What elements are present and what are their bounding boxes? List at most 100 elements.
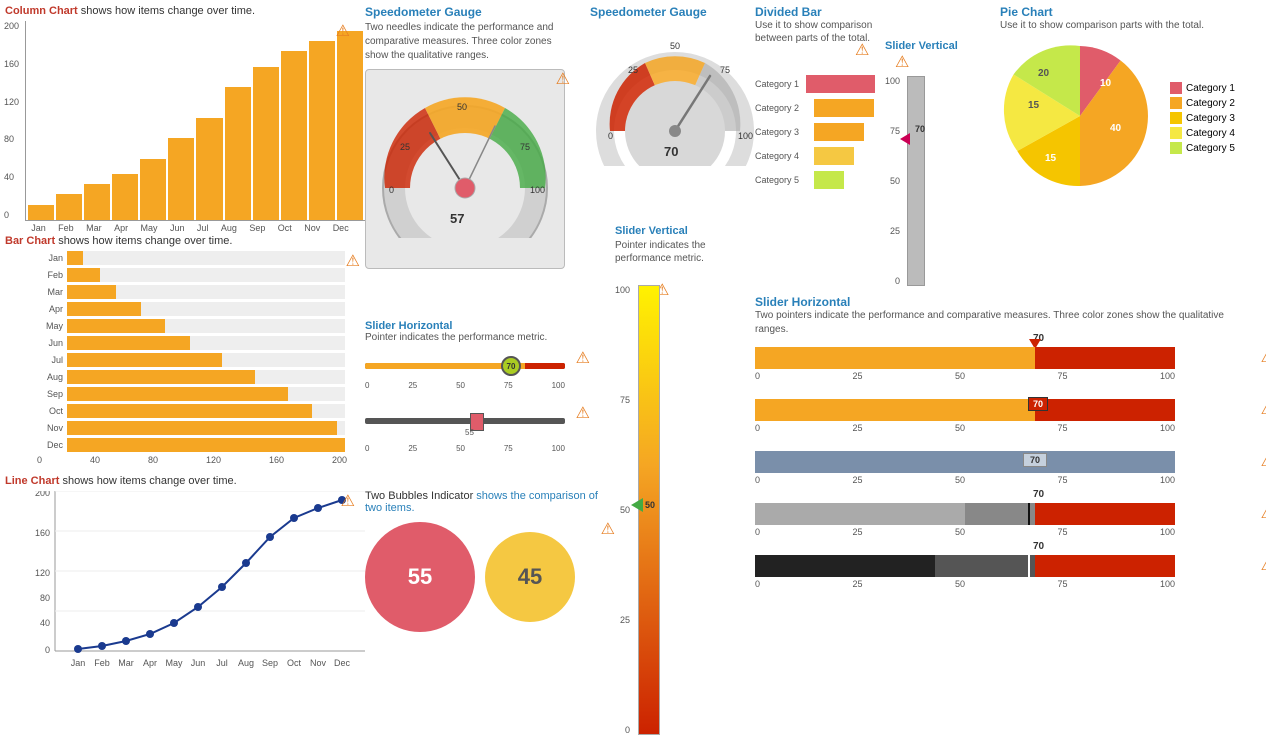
- slider-vertical-center-title: Slider Vertical: [615, 225, 715, 237]
- svg-text:50: 50: [670, 41, 680, 51]
- bubbles-section: Two Bubbles Indicator shows the comparis…: [365, 490, 615, 632]
- line-chart-section: Line Chart shows how items change over t…: [5, 475, 365, 679]
- svg-text:75: 75: [520, 142, 530, 152]
- slider-h-right-row-1: 70 0255075100 ⚠: [755, 347, 1260, 381]
- pie-legend-2: Category 2: [1170, 97, 1235, 109]
- hbar-row: Apr: [35, 302, 345, 316]
- col-bar-item: [253, 67, 279, 220]
- svg-text:25: 25: [400, 142, 410, 152]
- slider-h-right-warn-4: ⚠: [1261, 503, 1266, 523]
- hbar-fill: [67, 285, 116, 299]
- svg-text:0: 0: [608, 131, 613, 141]
- svg-text:Oct: Oct: [287, 658, 302, 668]
- pie-legend-1: Category 1: [1170, 82, 1235, 94]
- slider-vertical-right-title: Slider Vertical: [885, 40, 970, 52]
- col-chart-warn-icon: ⚠: [336, 21, 350, 41]
- pie-legend-4: Category 4: [1170, 127, 1235, 139]
- divided-bar-row-5: Category 5: [755, 171, 875, 189]
- pie-chart-desc: Use it to show comparison parts with the…: [1000, 19, 1265, 32]
- hbar-fill: [67, 336, 190, 350]
- svg-text:200: 200: [35, 491, 50, 498]
- hbar-label: Jan: [35, 253, 63, 263]
- pie-legend-color-1: [1170, 82, 1182, 94]
- slider-h-right-row-2: 70 0255075100 ⚠: [755, 399, 1260, 433]
- page: Column Chart shows how items change over…: [0, 0, 1266, 729]
- svg-text:80: 80: [40, 593, 50, 603]
- svg-text:Aug: Aug: [238, 658, 254, 668]
- hbar-fill: [67, 353, 222, 367]
- col-x-labels: JanFebMarAprMayJunJulAugSepOctNovDec: [25, 223, 355, 233]
- divided-bar-chart: Category 1 Category 2 Category 3 Categor…: [755, 75, 875, 189]
- col-title-text: Column Chart: [5, 5, 81, 17]
- slider-h-right-row-3: 70 0255075100 ⚠: [755, 451, 1260, 485]
- speedometer-gauge1-title: Speedometer Gauge: [365, 5, 575, 19]
- divided-bar-row-3: Category 3: [755, 123, 875, 141]
- slider-vertical-right-section: Slider Vertical ⚠ 1007550250 70: [885, 40, 970, 286]
- hbar-track: [67, 319, 345, 333]
- hbar-label: Aug: [35, 372, 63, 382]
- svg-text:70: 70: [664, 144, 678, 159]
- bubble2-value: 45: [518, 564, 542, 590]
- column-chart-title: Column Chart shows how items change over…: [5, 5, 355, 17]
- slider-h-left-1: 70 0 25 50 75 100: [365, 353, 595, 390]
- svg-text:Jun: Jun: [191, 658, 206, 668]
- hbar-track: [67, 370, 345, 384]
- bubble-1: 55: [365, 522, 475, 632]
- col-bar-item: [140, 159, 166, 220]
- hbar-fill: [67, 370, 255, 384]
- speedometer-gauge1-warn-icon: ⚠: [556, 69, 570, 89]
- slider-h-right-row-5: 70 0255075100 ⚠: [755, 555, 1260, 589]
- bubble1-value: 55: [408, 564, 432, 590]
- hbar-track: [67, 302, 345, 316]
- col-bar-item: [84, 184, 110, 220]
- slider-h-right-warn-3: ⚠: [1261, 451, 1266, 471]
- hbar-fill: [67, 387, 288, 401]
- slider-vertical-right-warn: ⚠: [895, 54, 909, 71]
- hbar-track: [67, 251, 345, 265]
- pie-chart-container: 10 40 15 15 20 Category 1 Category 2 Cat…: [1000, 36, 1265, 196]
- pie-chart-title: Pie Chart: [1000, 5, 1265, 19]
- slider-h-right-title: Slider Horizontal: [755, 295, 1260, 309]
- svg-text:75: 75: [720, 65, 730, 75]
- svg-text:Jul: Jul: [216, 658, 228, 668]
- svg-text:120: 120: [35, 568, 50, 578]
- hbar-label: May: [35, 321, 63, 331]
- svg-text:Nov: Nov: [310, 658, 327, 668]
- hbar-fill: [67, 319, 165, 333]
- hbar-x-axis: 04080120160200: [37, 455, 347, 465]
- slider-thumb-1[interactable]: 70: [501, 356, 521, 376]
- svg-text:May: May: [165, 658, 183, 668]
- svg-text:50: 50: [457, 102, 467, 112]
- speedometer-gauge1-desc: Two needles indicate the performance and…: [365, 21, 575, 63]
- hbar-fill: [67, 251, 83, 265]
- h-bar-chart: Jan Feb Mar Apr May Jun: [35, 251, 345, 452]
- hbar-label: Dec: [35, 440, 63, 450]
- hbar-track: [67, 285, 345, 299]
- pie-legend-5: Category 5: [1170, 142, 1235, 154]
- col-chart-bars: [26, 21, 365, 220]
- hbar-fill: [67, 404, 312, 418]
- svg-text:Feb: Feb: [94, 658, 110, 668]
- hbar-row: Oct: [35, 404, 345, 418]
- pie-chart-section: Pie Chart Use it to show comparison part…: [1000, 5, 1265, 196]
- bubble-2: 45: [485, 532, 575, 622]
- slider-h-right-desc: Two pointers indicate the performance an…: [755, 309, 1260, 337]
- svg-text:0: 0: [389, 185, 394, 195]
- hbar-row: Jul: [35, 353, 345, 367]
- pie-legend-color-5: [1170, 142, 1182, 154]
- svg-text:57: 57: [450, 211, 464, 226]
- hbar-row: Dec: [35, 438, 345, 452]
- hbar-row: Feb: [35, 268, 345, 282]
- svg-text:Mar: Mar: [118, 658, 134, 668]
- divided-bar-warn: ⚠: [855, 40, 869, 60]
- hbar-track: [67, 404, 345, 418]
- hbar-row: Jun: [35, 336, 345, 350]
- col-bar-item: [309, 41, 335, 220]
- svg-text:15: 15: [1045, 153, 1057, 164]
- divided-bar-row-2: Category 2: [755, 99, 875, 117]
- hbar-track: [67, 438, 345, 452]
- svg-text:40: 40: [1110, 123, 1122, 134]
- col-bar-item: [56, 194, 82, 220]
- hbar-label: Jul: [35, 355, 63, 365]
- hbar-fill: [67, 438, 345, 452]
